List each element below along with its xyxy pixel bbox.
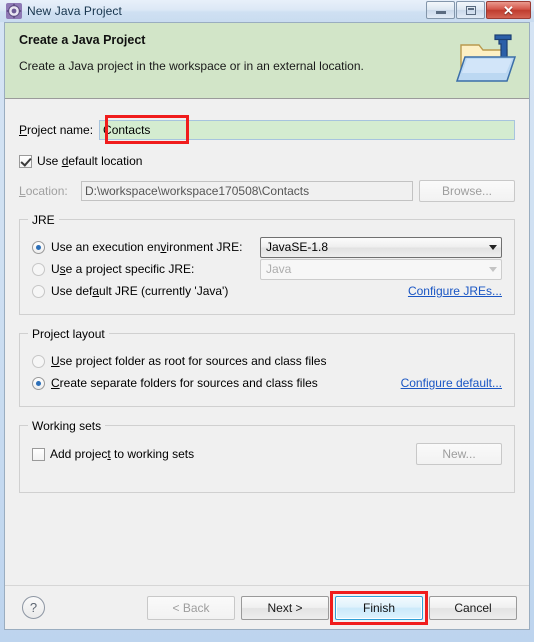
jre-option-project-specific[interactable]: Use a project specific JRE: Java bbox=[32, 258, 502, 280]
jre-execution-environment-value: JavaSE-1.8 bbox=[266, 240, 329, 254]
close-icon: ✕ bbox=[503, 2, 514, 18]
working-sets-row: Add project to working sets New... bbox=[32, 442, 502, 466]
layout-separate-folders-label: Create separate folders for sources and … bbox=[51, 376, 318, 390]
jre-execution-environment-combo[interactable]: JavaSE-1.8 bbox=[260, 236, 502, 258]
use-default-location-label: Use default location bbox=[37, 154, 143, 168]
jre-default-radio[interactable] bbox=[32, 284, 45, 298]
jre-group-title: JRE bbox=[28, 213, 59, 227]
working-sets-group: Working sets Add project to working sets… bbox=[19, 419, 515, 493]
close-button[interactable]: ✕ bbox=[486, 1, 531, 19]
dialog-content: Project name: Use default location Locat… bbox=[5, 115, 529, 609]
project-name-field[interactable] bbox=[99, 119, 515, 140]
minimize-icon bbox=[435, 11, 446, 14]
wizard-buttons: < Back Next > Finish Cancel bbox=[141, 590, 517, 625]
project-name-label: Project name: bbox=[19, 122, 94, 137]
new-java-project-window: New Java Project ✕ Create a Java Project… bbox=[0, 0, 534, 642]
minimize-button[interactable] bbox=[426, 1, 455, 19]
jre-group: JRE Use an execution environment JRE: Ja… bbox=[19, 213, 515, 315]
finish-button[interactable]: Finish bbox=[335, 595, 423, 620]
project-layout-group-title: Project layout bbox=[28, 327, 109, 341]
new-working-set-button[interactable]: New... bbox=[416, 443, 502, 465]
jre-project-specific-value: Java bbox=[266, 262, 292, 276]
layout-option-project-folder[interactable]: Use project folder as root for sources a… bbox=[32, 350, 502, 372]
project-name-row: Project name: bbox=[19, 115, 515, 144]
dialog-body: Create a Java Project Create a Java proj… bbox=[4, 22, 530, 630]
finish-button-wrapper: Finish bbox=[330, 590, 428, 625]
window-title: New Java Project bbox=[27, 4, 122, 18]
banner-description: Create a Java project in the workspace o… bbox=[19, 59, 364, 73]
configure-jres-link[interactable]: Configure JREs... bbox=[408, 284, 502, 298]
title-bar: New Java Project ✕ bbox=[0, 0, 534, 22]
layout-separate-folders-radio[interactable] bbox=[32, 376, 45, 390]
browse-button[interactable]: Browse... bbox=[419, 179, 515, 202]
cancel-button[interactable]: Cancel bbox=[429, 595, 517, 620]
banner-title: Create a Java Project bbox=[19, 33, 146, 47]
dialog-button-bar: ? < Back Next > Finish Cancel bbox=[5, 585, 529, 629]
maximize-button[interactable] bbox=[456, 1, 485, 19]
jre-project-specific-label: Use a project specific JRE: bbox=[51, 262, 195, 276]
chevron-down-icon bbox=[489, 244, 497, 250]
back-button[interactable]: < Back bbox=[147, 595, 235, 620]
jre-execution-environment-radio[interactable] bbox=[32, 240, 45, 254]
wizard-banner: Create a Java Project Create a Java proj… bbox=[5, 23, 529, 99]
next-button[interactable]: Next > bbox=[241, 595, 329, 620]
jre-project-specific-radio[interactable] bbox=[32, 262, 45, 276]
location-row: Location: Browse... bbox=[19, 179, 515, 202]
add-to-working-sets-checkbox[interactable] bbox=[32, 447, 45, 461]
layout-option-separate-folders[interactable]: Create separate folders for sources and … bbox=[32, 372, 502, 394]
eclipse-wizard-icon bbox=[6, 3, 22, 19]
jre-execution-environment-label: Use an execution environment JRE: bbox=[51, 240, 243, 254]
layout-project-folder-label: Use project folder as root for sources a… bbox=[51, 354, 327, 368]
java-project-folder-icon bbox=[455, 29, 521, 89]
location-label: Location: bbox=[19, 183, 68, 198]
location-field[interactable] bbox=[81, 180, 413, 201]
window-controls: ✕ bbox=[425, 1, 531, 19]
layout-project-folder-radio[interactable] bbox=[32, 354, 45, 368]
use-default-location-checkbox[interactable] bbox=[19, 154, 32, 168]
project-layout-group: Project layout Use project folder as roo… bbox=[19, 327, 515, 407]
help-icon[interactable]: ? bbox=[22, 596, 45, 619]
use-default-location-row[interactable]: Use default location bbox=[19, 154, 515, 168]
jre-option-default[interactable]: Use default JRE (currently 'Java') Confi… bbox=[32, 280, 502, 302]
add-to-working-sets-label: Add project to working sets bbox=[50, 447, 195, 461]
jre-project-specific-combo[interactable]: Java bbox=[260, 258, 502, 280]
configure-default-link[interactable]: Configure default... bbox=[401, 376, 502, 390]
working-sets-group-title: Working sets bbox=[28, 419, 106, 433]
chevron-down-icon bbox=[489, 266, 497, 272]
jre-default-label: Use default JRE (currently 'Java') bbox=[51, 284, 229, 298]
maximize-icon bbox=[465, 5, 476, 15]
jre-option-execution-environment[interactable]: Use an execution environment JRE: JavaSE… bbox=[32, 236, 502, 258]
